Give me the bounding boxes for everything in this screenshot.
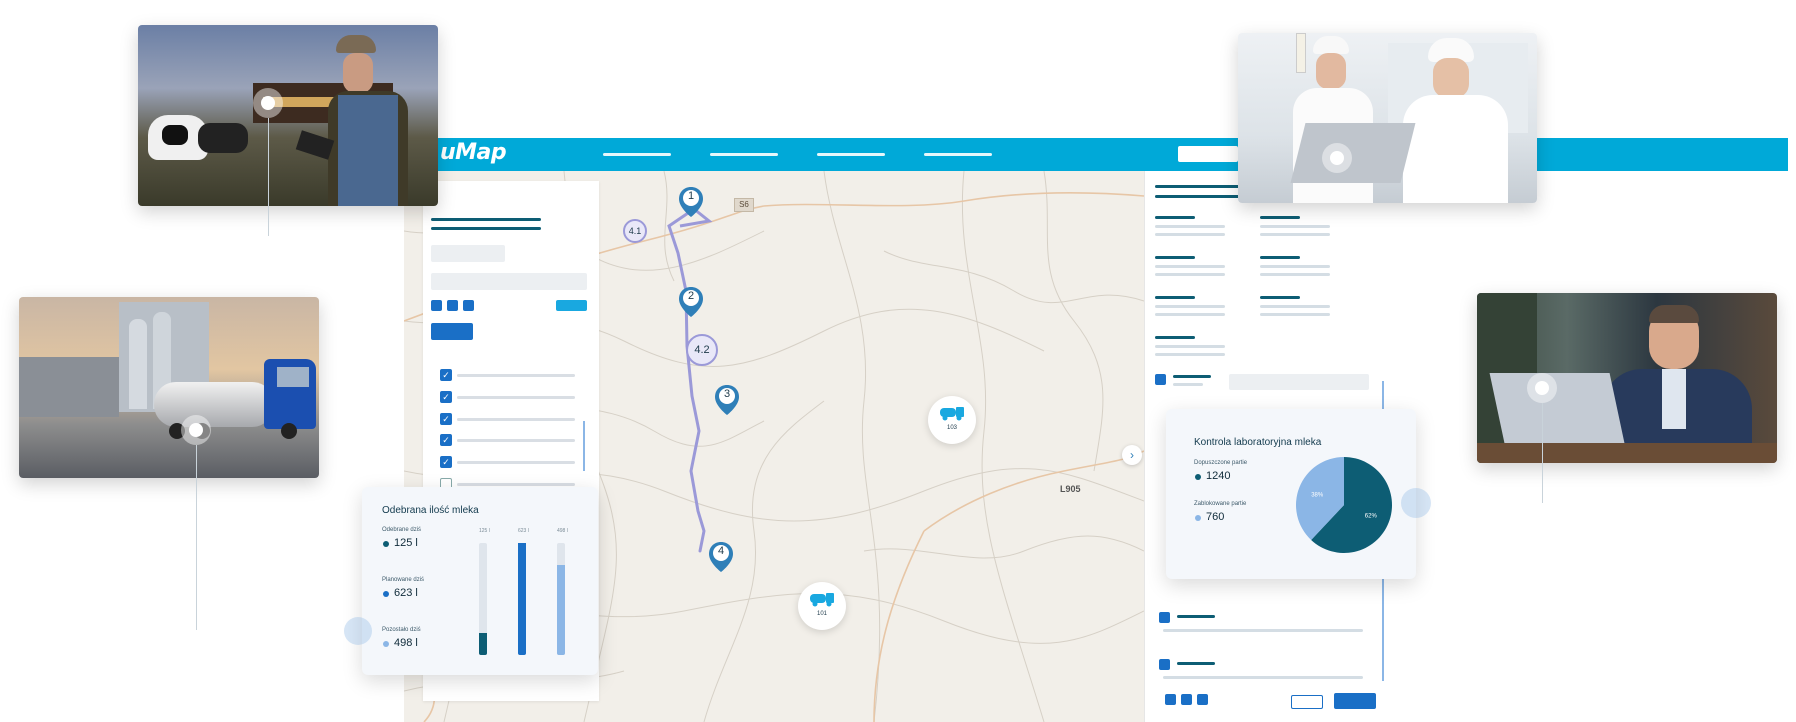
lab-control-card: Kontrola laboratoryjna mleka Dopuszczone…	[1166, 409, 1416, 579]
nav-item-1[interactable]	[603, 153, 671, 156]
nav-item-2[interactable]	[710, 153, 778, 156]
header-button[interactable]	[1178, 146, 1238, 162]
stat-value: 1240	[1206, 470, 1231, 482]
stat-label: Planowane dziś	[382, 577, 425, 583]
app-logo[interactable]: uMap	[440, 140, 507, 165]
filter-select[interactable]	[431, 245, 505, 262]
pie-label-1: 62%	[1365, 514, 1378, 520]
bar-label: 125 l	[479, 528, 490, 534]
route-stop-4-1[interactable]: 4.1	[623, 219, 647, 243]
list-item	[457, 483, 575, 486]
filter-chip-2[interactable]	[447, 300, 458, 311]
chevron-right-icon[interactable]: ›	[1122, 445, 1142, 465]
connector-dot	[253, 88, 283, 118]
stat-value: 498 l	[394, 637, 418, 649]
filter-chip-1[interactable]	[431, 300, 442, 311]
legend-dot	[383, 541, 389, 547]
photo-business-manager	[1477, 293, 1777, 463]
route-stop-4[interactable]: 4	[708, 541, 734, 573]
details-row-toggle[interactable]	[1159, 659, 1170, 670]
lab-card-title: Kontrola laboratoryjna mleka	[1194, 437, 1322, 448]
stat-label: Dopuszczone partie	[1194, 460, 1248, 466]
milk-card-title: Odebrana ilość mleka	[382, 505, 479, 516]
bar-3[interactable]	[557, 565, 565, 655]
nav-item-3[interactable]	[817, 153, 885, 156]
bar-1[interactable]	[479, 633, 487, 655]
stat-value: 760	[1206, 511, 1225, 523]
pager-chip-2[interactable]	[1181, 694, 1192, 705]
connector-dot	[1322, 143, 1352, 173]
truck-icon	[810, 593, 834, 607]
legend-dot	[383, 641, 389, 647]
route-stop-2[interactable]: 2	[678, 286, 704, 318]
vehicle-101[interactable]: 101	[798, 582, 846, 630]
stat-label: Pozostało dziś	[382, 627, 421, 633]
road-label-s6: S6	[734, 198, 754, 212]
panel-heading	[431, 218, 541, 221]
photo-farmer-cows	[138, 25, 438, 206]
list-item	[457, 418, 575, 421]
details-row-toggle[interactable]	[1159, 612, 1170, 623]
pie-label-2: 38%	[1311, 492, 1324, 498]
scrollbar[interactable]	[583, 421, 585, 471]
stat-label: Odebrane dziś	[382, 527, 422, 533]
filter-input[interactable]	[431, 273, 587, 290]
connector-line	[268, 118, 269, 236]
vehicle-103[interactable]: 103	[928, 396, 976, 444]
milk-amount-card: Odebrana ilość mleka Odebrane dziś 125 l…	[362, 487, 598, 675]
checkbox-checked-icon[interactable]: ✓	[440, 369, 452, 381]
photo-lab-workers	[1238, 33, 1537, 203]
panel-subheading	[431, 227, 541, 230]
nav-item-4[interactable]	[924, 153, 992, 156]
truck-icon	[940, 407, 964, 421]
legend-dot	[383, 591, 389, 597]
apply-filter-button[interactable]	[431, 323, 473, 340]
route-stop-1[interactable]: 1	[678, 186, 704, 218]
save-button[interactable]	[1334, 693, 1376, 709]
pager-chip-1[interactable]	[1165, 694, 1176, 705]
road-label-l905: L905	[1060, 484, 1081, 494]
checkbox-checked-icon[interactable]: ✓	[440, 456, 452, 468]
connector-dot	[344, 617, 372, 645]
details-select[interactable]	[1229, 374, 1369, 390]
checkbox-checked-icon[interactable]: ✓	[440, 391, 452, 403]
details-toggle[interactable]	[1155, 374, 1166, 385]
connector-dot	[1527, 373, 1557, 403]
filter-toggle[interactable]	[556, 300, 587, 311]
lab-pie-chart: 62% 38%	[1296, 457, 1392, 553]
bar-label: 498 l	[557, 528, 568, 534]
checkbox-checked-icon[interactable]: ✓	[440, 434, 452, 446]
list-item	[457, 396, 575, 399]
bar-label: 623 l	[518, 528, 529, 534]
pager-chip-3[interactable]	[1197, 694, 1208, 705]
checkbox-checked-icon[interactable]: ✓	[440, 413, 452, 425]
list-item	[457, 439, 575, 442]
list-item	[457, 374, 575, 377]
stat-label: Zablokowane partie	[1194, 501, 1247, 507]
stat-value: 623 l	[394, 587, 418, 599]
route-stop-3[interactable]: 3	[714, 384, 740, 416]
legend-dot	[1195, 474, 1201, 480]
connector-dot	[181, 415, 211, 445]
list-item	[457, 461, 575, 464]
filter-chip-3[interactable]	[463, 300, 474, 311]
connector-line	[196, 445, 197, 630]
connector-dot	[1401, 488, 1431, 518]
cancel-button[interactable]	[1291, 695, 1323, 709]
stat-value: 125 l	[394, 537, 418, 549]
photo-milk-tanker	[19, 297, 319, 478]
legend-dot	[1195, 515, 1201, 521]
bar-2[interactable]	[518, 543, 526, 655]
connector-line	[1542, 403, 1543, 503]
route-stop-4-2[interactable]: 4.2	[686, 334, 718, 366]
